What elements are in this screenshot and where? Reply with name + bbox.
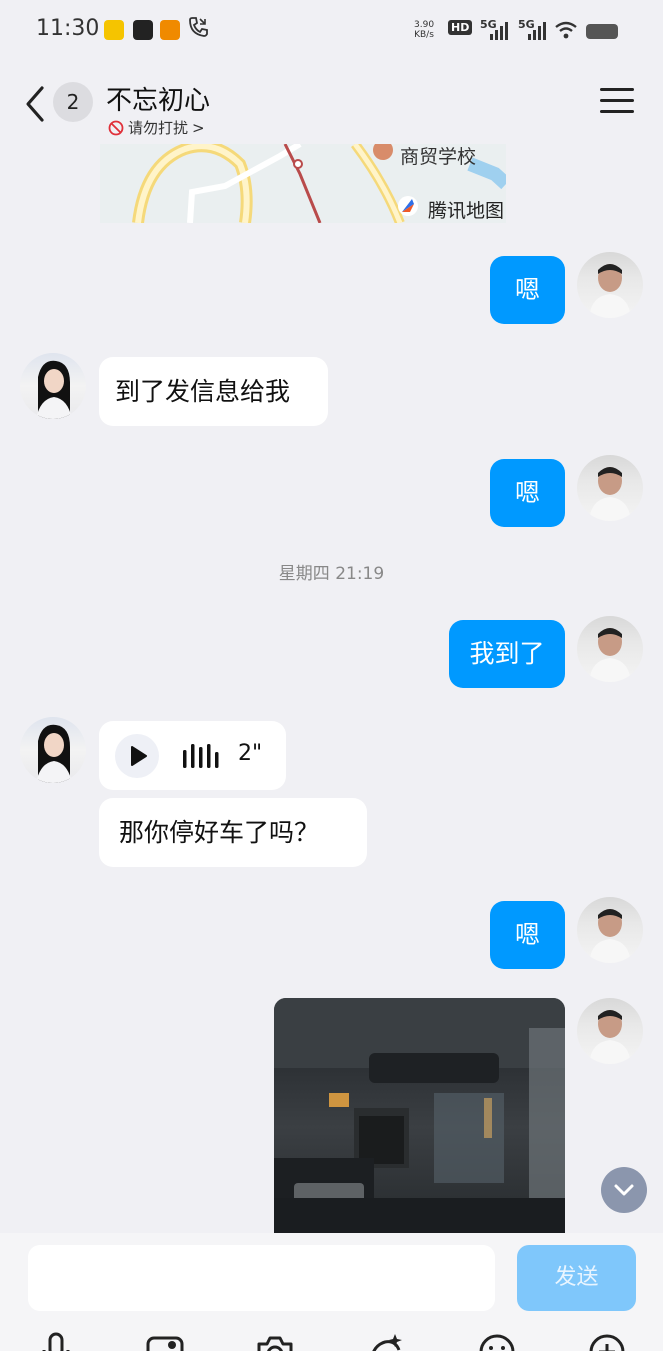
image-message[interactable]: [274, 998, 565, 1233]
voice-duration: 2": [238, 741, 263, 766]
my-avatar[interactable]: [577, 897, 643, 963]
map-provider-label: 腾讯地图: [428, 200, 505, 222]
network-speed: 3.90 KB/s: [414, 20, 435, 40]
plus-icon: [589, 1334, 625, 1351]
camera-icon: [257, 1336, 293, 1351]
contact-avatar[interactable]: [20, 353, 86, 419]
app-notification-icon: [133, 20, 153, 40]
unread-count-badge[interactable]: 2: [53, 82, 93, 122]
chat-header: [0, 60, 663, 144]
do-not-disturb-status[interactable]: 请勿打扰 >: [108, 117, 205, 138]
message-bubble-incoming[interactable]: 那你停好车了吗？: [99, 798, 367, 867]
voice-input-button[interactable]: [36, 1330, 76, 1351]
status-time: 11:30: [36, 16, 100, 41]
app-notification-icon: [160, 20, 180, 40]
app-notification-icon: [104, 20, 124, 40]
location-map-card[interactable]: 商贸学校 腾讯地图: [100, 144, 506, 223]
chat-title[interactable]: 不忘初心: [106, 80, 210, 117]
message-input[interactable]: [28, 1245, 495, 1311]
play-icon: [131, 746, 147, 766]
back-icon: [26, 86, 44, 122]
hd-badge: HD: [448, 20, 473, 35]
my-avatar[interactable]: [577, 455, 643, 521]
emoji-button[interactable]: [477, 1330, 517, 1351]
battery-icon: [586, 24, 618, 39]
message-bubble-outgoing[interactable]: 我到了: [449, 620, 565, 688]
message-list[interactable]: 商贸学校 腾讯地图 嗯 到了发信息给我 嗯 星期四 21:19 我到了 2" 那…: [0, 144, 663, 1233]
more-button[interactable]: [587, 1330, 627, 1351]
message-bubble-incoming[interactable]: 到了发信息给我: [99, 357, 328, 426]
gift-icon: [372, 1334, 402, 1351]
message-bubble-outgoing[interactable]: 嗯: [490, 901, 565, 969]
image-button[interactable]: [145, 1330, 185, 1351]
menu-icon: [600, 88, 634, 113]
time-divider: 星期四 21:19: [278, 564, 385, 584]
gift-button[interactable]: [365, 1330, 405, 1351]
dnd-icon: [108, 120, 124, 135]
emoji-icon: [479, 1334, 515, 1351]
mic-icon: [42, 1332, 70, 1351]
play-button[interactable]: [115, 734, 159, 778]
missed-call-icon: [188, 16, 208, 43]
dnd-label: 请勿打扰: [128, 119, 189, 137]
contact-avatar[interactable]: [20, 717, 86, 783]
signal-bars-icon: [490, 20, 510, 40]
send-button[interactable]: 发送: [517, 1245, 636, 1311]
my-avatar[interactable]: [577, 252, 643, 318]
image-icon: [146, 1336, 184, 1351]
dnd-arrow: >: [192, 118, 205, 137]
message-bubble-outgoing[interactable]: 嗯: [490, 256, 565, 324]
wifi-icon: [554, 20, 578, 44]
my-avatar[interactable]: [577, 616, 643, 682]
waveform-icon: [183, 744, 219, 768]
signal-bars-icon: [528, 20, 548, 40]
chevron-down-icon: [614, 1184, 634, 1196]
car-interior-photo: [274, 998, 565, 1233]
message-bubble-outgoing[interactable]: 嗯: [490, 459, 565, 527]
my-avatar[interactable]: [577, 998, 643, 1064]
camera-button[interactable]: [255, 1330, 295, 1351]
back-button[interactable]: [20, 84, 50, 124]
tencent-map-logo-icon: [398, 196, 418, 216]
menu-button[interactable]: [600, 88, 634, 118]
scroll-to-bottom-button[interactable]: [601, 1167, 647, 1213]
map-place-label: 商贸学校: [400, 146, 477, 168]
voice-message-bubble[interactable]: 2": [99, 721, 286, 790]
